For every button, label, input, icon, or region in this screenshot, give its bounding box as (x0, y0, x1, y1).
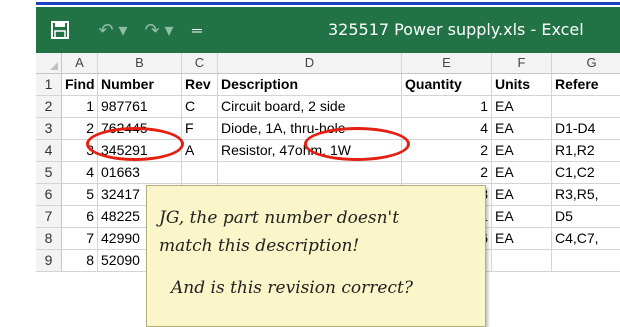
cell[interactable]: 1 (402, 96, 492, 118)
cell[interactable]: Units (492, 74, 552, 96)
cell[interactable]: 01663 (98, 162, 182, 184)
cell[interactable]: Refere (552, 74, 620, 96)
row-header[interactable]: 3 (36, 118, 62, 140)
row-header[interactable]: 9 (36, 250, 62, 272)
select-all-corner[interactable] (36, 53, 62, 73)
row-header[interactable]: 1 (36, 74, 62, 96)
note-line: And is this revision correct? (171, 278, 413, 298)
cell[interactable]: 7 (62, 228, 98, 250)
cell[interactable]: EA (492, 96, 552, 118)
cell[interactable]: EA (492, 228, 552, 250)
cell[interactable]: EA (492, 206, 552, 228)
cell[interactable]: 2 (402, 140, 492, 162)
cell[interactable]: 762445 (98, 118, 182, 140)
cell[interactable]: EA (492, 162, 552, 184)
cell[interactable]: 4 (62, 162, 98, 184)
save-icon[interactable] (50, 19, 70, 41)
cell[interactable]: 3 (62, 140, 98, 162)
cell[interactable]: C4,C7, (552, 228, 620, 250)
cell[interactable]: 6 (62, 206, 98, 228)
cell[interactable]: A (182, 140, 218, 162)
cell[interactable]: 2 (62, 118, 98, 140)
customize-quick-access-icon[interactable]: ═ (188, 19, 206, 41)
cell[interactable]: 987761 (98, 96, 182, 118)
table-row: 5 4 01663 2 EA C1,C2 (36, 162, 620, 184)
cell[interactable]: 345291 (98, 140, 182, 162)
cell[interactable]: 8 (62, 250, 98, 272)
cell[interactable]: D1-D4 (552, 118, 620, 140)
table-row: 1 Find Number Rev Description Quantity U… (36, 74, 620, 96)
row-header[interactable]: 2 (36, 96, 62, 118)
cell[interactable]: EA (492, 140, 552, 162)
row-header[interactable]: 6 (36, 184, 62, 206)
column-header-f[interactable]: F (492, 53, 552, 73)
cell[interactable] (552, 96, 620, 118)
table-row: 4 3 345291 A Resistor, 47ohm, 1W 2 EA R1… (36, 140, 620, 162)
window-top-border (0, 0, 620, 7)
cell[interactable]: Resistor, 47ohm, 1W (218, 140, 402, 162)
column-header-b[interactable]: B (98, 53, 182, 73)
cell[interactable] (552, 250, 620, 272)
window-accent-line (36, 2, 620, 5)
cell[interactable]: R1,R2 (552, 140, 620, 162)
undo-icon[interactable]: ↶ ▾ (96, 19, 130, 41)
title-bar: ↶ ▾ ↷ ▾ ═ 325517 Power supply.xls - Exce… (36, 7, 620, 53)
row-header[interactable]: 7 (36, 206, 62, 228)
cell[interactable]: Circuit board, 2 side (218, 96, 402, 118)
note-line: match this description! (159, 236, 360, 256)
cell[interactable]: EA (492, 118, 552, 140)
cell[interactable] (182, 162, 218, 184)
review-comment-note[interactable]: JG, the part number doesn't match this d… (146, 185, 486, 327)
window-title: 325517 Power supply.xls - Excel (328, 20, 584, 39)
cell[interactable]: 4 (402, 118, 492, 140)
cell[interactable]: EA (492, 184, 552, 206)
cell[interactable]: C (182, 96, 218, 118)
cell[interactable] (218, 162, 402, 184)
cell[interactable]: 5 (62, 184, 98, 206)
table-row: 2 1 987761 C Circuit board, 2 side 1 EA (36, 96, 620, 118)
cell[interactable]: Description (218, 74, 402, 96)
cell[interactable]: R3,R5, (552, 184, 620, 206)
column-header-d[interactable]: D (218, 53, 402, 73)
cell[interactable] (492, 250, 552, 272)
cell[interactable]: 2 (402, 162, 492, 184)
column-header-g[interactable]: G (552, 53, 620, 73)
column-header-a[interactable]: A (62, 53, 98, 73)
table-row: 3 2 762445 F Diode, 1A, thru-hole 4 EA D… (36, 118, 620, 140)
cell[interactable]: C1,C2 (552, 162, 620, 184)
row-header[interactable]: 5 (36, 162, 62, 184)
cell[interactable]: F (182, 118, 218, 140)
cell[interactable]: D5 (552, 206, 620, 228)
column-header-row: A B C D E F G (36, 53, 620, 74)
column-header-e[interactable]: E (402, 53, 492, 73)
cell[interactable]: Find (62, 74, 98, 96)
cell[interactable]: 1 (62, 96, 98, 118)
note-line: JG, the part number doesn't (159, 208, 400, 228)
cell[interactable]: Rev (182, 74, 218, 96)
cell[interactable]: Number (98, 74, 182, 96)
row-header[interactable]: 8 (36, 228, 62, 250)
redo-icon[interactable]: ↷ ▾ (142, 19, 176, 41)
row-header[interactable]: 4 (36, 140, 62, 162)
column-header-c[interactable]: C (182, 53, 218, 73)
cell[interactable]: Diode, 1A, thru-hole (218, 118, 402, 140)
cell[interactable]: Quantity (402, 74, 492, 96)
